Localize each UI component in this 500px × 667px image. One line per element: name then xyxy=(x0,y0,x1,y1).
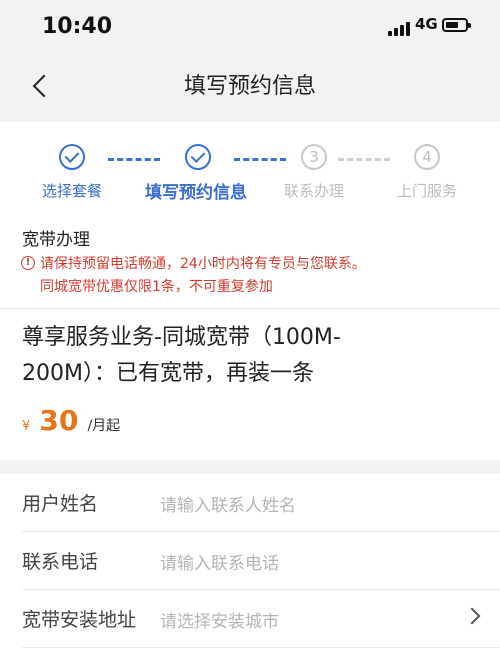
step-4-label: 上门服务 xyxy=(396,182,458,200)
step-2-check-icon xyxy=(185,144,211,170)
price-row: ¥ 30 /月起 xyxy=(22,404,120,437)
step-connector-2 xyxy=(234,158,286,161)
page-title: 填写预约信息 xyxy=(183,74,316,99)
battery-icon xyxy=(442,18,471,32)
address-label: 宽带安装地址 xyxy=(22,609,137,631)
booking-card: 3 4 选择套餐 填写预约信息 联系办理 上门服务 宽带办理 ! 请保持预留电话… xyxy=(0,122,500,460)
row-divider xyxy=(22,647,500,648)
phone-input[interactable]: 请输入联系电话 xyxy=(160,549,279,574)
step-connector-1 xyxy=(108,158,160,161)
network-type: 4G xyxy=(415,15,438,33)
step-3-number-icon: 3 xyxy=(301,144,327,170)
phone-row[interactable]: 联系电话 请输入联系电话 xyxy=(0,532,500,590)
name-label: 用户姓名 xyxy=(22,493,99,515)
phone-label: 联系电话 xyxy=(22,551,99,573)
step-2-label: 填写预约信息 xyxy=(145,183,247,203)
chevron-right-icon[interactable] xyxy=(463,607,481,625)
progress-steps: 3 4 选择套餐 填写预约信息 联系办理 上门服务 xyxy=(0,144,500,224)
warning-icon: ! xyxy=(21,256,35,270)
price-value: 30 xyxy=(39,404,79,437)
notice-line-1: 请保持预留电话畅通，24小时内将有专员与您联系。 xyxy=(40,256,366,272)
signal-icon xyxy=(388,20,412,36)
price-unit: /月起 xyxy=(87,418,121,434)
nav-bar: 填写预约信息 xyxy=(0,54,500,122)
product-name-line-1: 尊享服务业务-同城宽带（100M- xyxy=(22,325,341,350)
notice-line-2: 同城宽带优惠仅限1条，不可重复参加 xyxy=(40,279,273,295)
name-row[interactable]: 用户姓名 请输入联系人姓名 xyxy=(0,474,500,532)
address-row[interactable]: 宽带安装地址 请选择安装城市 xyxy=(0,590,500,648)
step-connector-3 xyxy=(338,158,390,161)
currency-symbol: ¥ xyxy=(22,419,31,434)
notice-text: 请保持预留电话畅通，24小时内将有专员与您联系。 同城宽带优惠仅限1条，不可重复… xyxy=(40,253,366,299)
contact-form: 用户姓名 请输入联系人姓名 联系电话 请输入联系电话 宽带安装地址 请选择安装城… xyxy=(0,474,500,667)
name-input[interactable]: 请输入联系人姓名 xyxy=(160,491,296,516)
status-bar: 10:40 4G xyxy=(0,0,500,54)
step-1-label: 选择套餐 xyxy=(41,182,103,200)
product-name-line-2: 200M）：已有宽带，再装一条 xyxy=(22,361,314,386)
product-name: 尊享服务业务-同城宽带（100M- 200M）：已有宽带，再装一条 xyxy=(22,320,482,392)
step-4-number-icon: 4 xyxy=(414,144,440,170)
section-title: 宽带办理 xyxy=(22,230,90,250)
status-time: 10:40 xyxy=(42,14,113,39)
divider xyxy=(0,308,500,309)
step-1-check-icon xyxy=(59,144,85,170)
step-3-label: 联系办理 xyxy=(283,182,345,200)
address-select[interactable]: 请选择安装城市 xyxy=(160,607,279,632)
